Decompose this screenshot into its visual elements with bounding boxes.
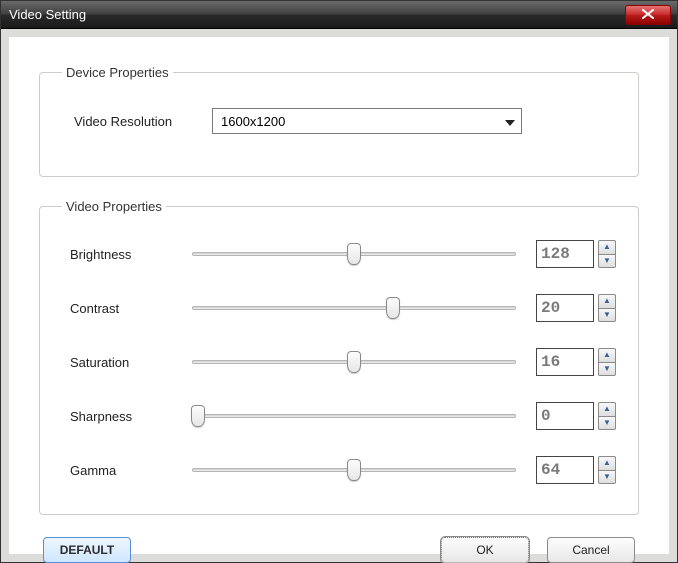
spin-arrows: ▲▼	[598, 402, 616, 430]
video-prop-spinbox: 20▲▼	[536, 294, 616, 322]
spin-arrows: ▲▼	[598, 348, 616, 376]
device-properties-group: Device Properties Video Resolution 1600x…	[39, 65, 639, 177]
video-prop-row: Contrast20▲▼	[62, 294, 616, 322]
close-button[interactable]	[625, 5, 671, 25]
video-properties-legend: Video Properties	[62, 199, 166, 214]
spin-down-icon[interactable]: ▼	[598, 362, 616, 377]
resolution-value: 1600x1200	[221, 114, 285, 129]
video-prop-label: Gamma	[62, 463, 192, 478]
resolution-row: Video Resolution 1600x1200	[62, 108, 616, 134]
slider-thumb[interactable]	[347, 243, 361, 265]
spin-up-icon[interactable]: ▲	[598, 294, 616, 308]
video-prop-row: Sharpness0▲▼	[62, 402, 616, 430]
video-prop-spinbox: 64▲▼	[536, 456, 616, 484]
client-area: Device Properties Video Resolution 1600x…	[1, 29, 677, 562]
close-icon	[642, 7, 654, 22]
spin-arrows: ▲▼	[598, 294, 616, 322]
spin-down-icon[interactable]: ▼	[598, 254, 616, 269]
spin-arrows: ▲▼	[598, 456, 616, 484]
spin-up-icon[interactable]: ▲	[598, 348, 616, 362]
resolution-label: Video Resolution	[62, 114, 212, 129]
video-prop-label: Brightness	[62, 247, 192, 262]
window: Video Setting Device Properties Video Re…	[0, 0, 678, 563]
titlebar: Video Setting	[1, 1, 677, 29]
video-prop-label: Saturation	[62, 355, 192, 370]
spin-arrows: ▲▼	[598, 240, 616, 268]
slider-thumb[interactable]	[386, 297, 400, 319]
cancel-button[interactable]: Cancel	[547, 537, 635, 563]
default-button[interactable]: DEFAULT	[43, 537, 131, 563]
video-prop-value[interactable]: 64	[536, 456, 594, 484]
video-prop-slider[interactable]	[192, 458, 516, 482]
window-title: Video Setting	[9, 7, 86, 22]
dialog-footer: DEFAULT OK Cancel	[39, 537, 639, 563]
video-prop-value[interactable]: 16	[536, 348, 594, 376]
video-prop-value[interactable]: 0	[536, 402, 594, 430]
video-prop-slider[interactable]	[192, 404, 516, 428]
video-prop-slider[interactable]	[192, 242, 516, 266]
video-prop-spinbox: 0▲▼	[536, 402, 616, 430]
chevron-down-icon	[505, 114, 515, 129]
video-prop-slider[interactable]	[192, 350, 516, 374]
video-prop-row: Saturation16▲▼	[62, 348, 616, 376]
slider-track	[192, 306, 516, 310]
slider-track	[192, 414, 516, 418]
spin-up-icon[interactable]: ▲	[598, 456, 616, 470]
video-prop-value[interactable]: 20	[536, 294, 594, 322]
video-prop-row: Brightness128▲▼	[62, 240, 616, 268]
resolution-select[interactable]: 1600x1200	[212, 108, 522, 134]
video-prop-label: Contrast	[62, 301, 192, 316]
video-prop-value[interactable]: 128	[536, 240, 594, 268]
spin-up-icon[interactable]: ▲	[598, 240, 616, 254]
spin-down-icon[interactable]: ▼	[598, 308, 616, 323]
slider-thumb[interactable]	[347, 351, 361, 373]
video-prop-spinbox: 16▲▼	[536, 348, 616, 376]
video-prop-row: Gamma64▲▼	[62, 456, 616, 484]
slider-thumb[interactable]	[347, 459, 361, 481]
video-properties-group: Video Properties Brightness128▲▼Contrast…	[39, 199, 639, 515]
video-prop-slider[interactable]	[192, 296, 516, 320]
ok-button[interactable]: OK	[441, 537, 529, 563]
video-prop-spinbox: 128▲▼	[536, 240, 616, 268]
spin-down-icon[interactable]: ▼	[598, 470, 616, 485]
video-prop-label: Sharpness	[62, 409, 192, 424]
spin-down-icon[interactable]: ▼	[598, 416, 616, 431]
slider-thumb[interactable]	[191, 405, 205, 427]
spin-up-icon[interactable]: ▲	[598, 402, 616, 416]
device-properties-legend: Device Properties	[62, 65, 173, 80]
